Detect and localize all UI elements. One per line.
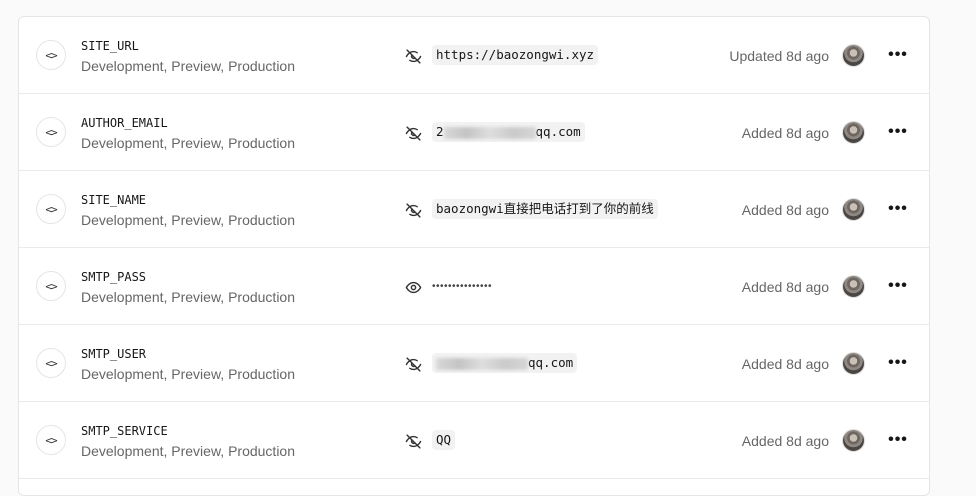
env-variable-row: <> AUTHOR_EMAIL Development, Preview, Pr… [19,94,929,171]
env-variable-name[interactable]: SITE_URL [81,39,139,53]
value-suffix: qq.com [535,124,581,139]
eye-off-icon[interactable] [403,354,423,374]
user-avatar [842,352,865,375]
env-variable-value[interactable]: https://baozongwi.xyz [432,45,599,65]
env-variable-value-masked[interactable]: ••••••••••••••• [432,277,492,297]
user-avatar [842,198,865,221]
env-variable-name[interactable]: SMTP_SERVICE [81,424,168,438]
eye-off-icon[interactable] [403,200,423,220]
value-suffix: qq.com [528,355,574,370]
user-avatar [842,44,865,67]
more-horizontal-icon[interactable]: ••• [885,43,911,67]
eye-off-icon[interactable] [403,431,423,451]
more-horizontal-icon[interactable]: ••• [885,197,911,221]
env-variable-status: Added 8d ago [741,202,829,218]
env-variable-name[interactable]: SITE_NAME [81,193,146,207]
env-variable-value[interactable]: 2 qq.com [432,122,585,142]
user-avatar [842,275,865,298]
env-variable-targets: Development, Preview, Production [81,212,295,228]
env-variable-name[interactable]: SMTP_PASS [81,270,146,284]
value-prefix: 2 [436,124,444,139]
env-variable-row: <> SITE_NAME Development, Preview, Produ… [19,171,929,248]
code-icon: <> [36,40,66,70]
env-variable-status: Added 8d ago [741,125,829,141]
eye-off-icon[interactable] [403,123,423,143]
env-variable-targets: Development, Preview, Production [81,58,295,74]
env-variable-status: Added 8d ago [741,356,829,372]
eye-off-icon[interactable] [403,46,423,66]
previous-section-edge [0,0,976,2]
code-icon: <> [36,271,66,301]
env-variable-status: Updated 8d ago [729,48,829,64]
eye-icon[interactable] [403,277,423,297]
env-variable-status: Added 8d ago [741,279,829,295]
env-variable-name[interactable]: AUTHOR_EMAIL [81,116,168,130]
env-variable-row: <> SMTP_SERVICE Development, Preview, Pr… [19,402,929,479]
redacted-blur [436,357,528,370]
env-variable-name[interactable]: SMTP_USER [81,347,146,361]
env-variable-row: <> SMTP_USER Development, Preview, Produ… [19,325,929,402]
user-avatar [842,429,865,452]
env-variable-targets: Development, Preview, Production [81,366,295,382]
code-icon: <> [36,348,66,378]
more-horizontal-icon[interactable]: ••• [885,120,911,144]
env-variable-targets: Development, Preview, Production [81,443,295,459]
env-variable-targets: Development, Preview, Production [81,135,295,151]
more-horizontal-icon[interactable]: ••• [885,428,911,452]
env-variables-list: <> SITE_URL Development, Preview, Produc… [18,16,930,496]
env-variable-status: Added 8d ago [741,433,829,449]
env-variable-row: <> SMTP_PASS Development, Preview, Produ… [19,248,929,325]
code-icon: <> [36,425,66,455]
code-icon: <> [36,117,66,147]
code-icon: <> [36,194,66,224]
redacted-blur [443,126,536,139]
env-variable-row: <> SITE_URL Development, Preview, Produc… [19,17,929,94]
user-avatar [842,121,865,144]
env-variable-value[interactable]: QQ [432,430,456,450]
env-variable-value[interactable]: baozongwi直接把电话打到了你的前线 [432,199,658,219]
env-variable-value[interactable]: qq.com [432,353,578,373]
env-variable-targets: Development, Preview, Production [81,289,295,305]
more-horizontal-icon[interactable]: ••• [885,274,911,298]
more-horizontal-icon[interactable]: ••• [885,351,911,375]
